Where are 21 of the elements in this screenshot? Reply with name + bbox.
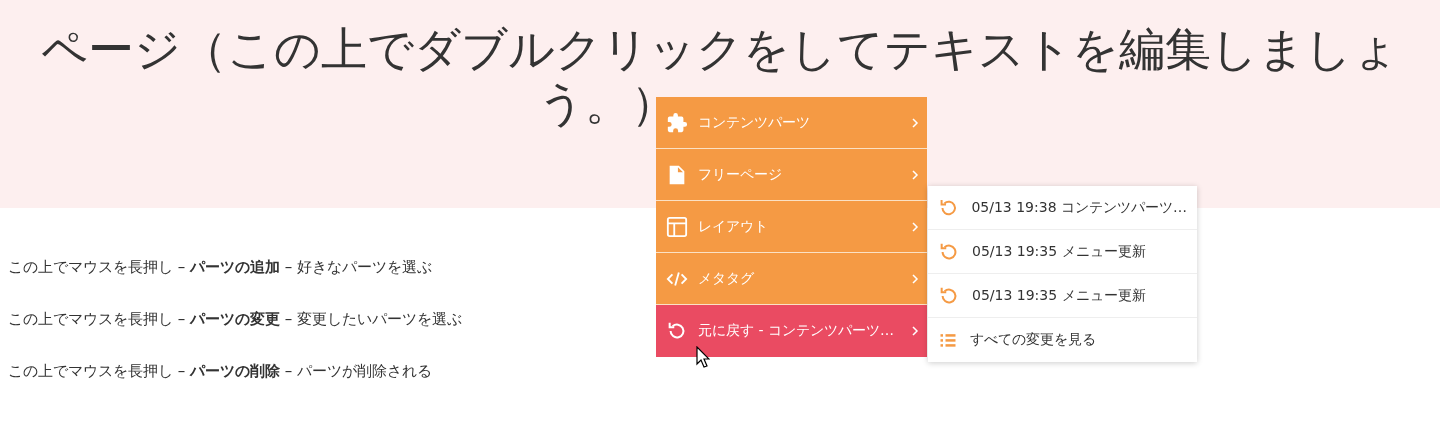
page-title: ページ（この上でダブルクリックをしてテキストを編集しましょ [41,22,1399,76]
instruction-text: この上でマウスを長押し – パーツの変更 – 変更したいパーツを選ぶ [8,309,463,330]
cursor-icon [696,346,710,368]
instruction-text: この上でマウスを長押し – パーツの削除 – パーツが削除される [8,361,433,382]
chevron-icon [911,272,919,285]
chevron-icon [911,220,919,233]
menu-item[interactable]: メタタグ [656,253,927,305]
submenu-item[interactable]: すべての変更を見る [928,318,1197,362]
instruction-text: この上でマウスを長押し – パーツの追加 – 好きなパーツを選ぶ [8,257,433,278]
chevron-icon [911,325,919,337]
menu-item[interactable]: レイアウト [656,201,927,253]
layout-icon [666,215,688,238]
menu-item[interactable]: フリーページ [656,149,927,201]
submenu-item[interactable]: 05/13 19:35 メニュー更新 [928,274,1197,318]
menu-item[interactable]: 元に戻す - コンテンツパーツ… [656,305,927,357]
puzzle-icon [666,111,688,134]
submenu-item[interactable]: 05/13 19:35 メニュー更新 [928,230,1197,274]
chevron-icon [911,116,919,129]
chevron-icon [911,168,919,181]
menu-item[interactable]: コンテンツパーツ [656,97,927,149]
submenu-item[interactable]: 05/13 19:38 コンテンツパーツ… [928,186,1197,230]
